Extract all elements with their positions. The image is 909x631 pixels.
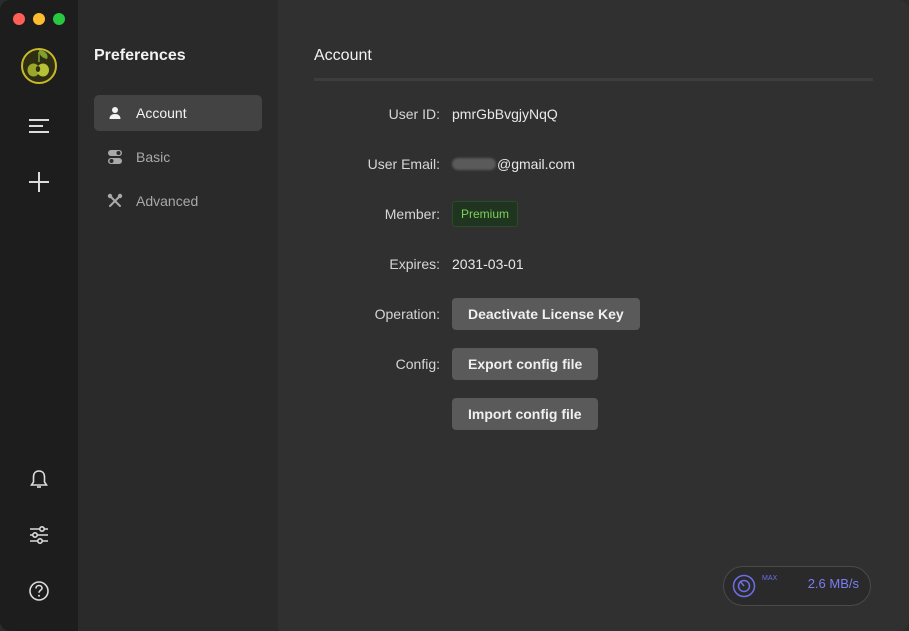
speedometer-icon [732,574,756,598]
page-title: Account [314,47,372,64]
zoom-window-button[interactable] [53,13,65,25]
preferences-sidebar: Preferences Account Basic Advanced [78,0,278,631]
olive-logo-icon [19,44,59,84]
sidebar-item-basic[interactable]: Basic [94,139,262,175]
app-window: Preferences Account Basic Advanced Accou… [0,0,909,631]
sidebar-item-advanced[interactable]: Advanced [94,183,262,219]
minimize-window-button[interactable] [33,13,45,25]
deactivate-license-button[interactable]: Deactivate License Key [452,298,640,330]
import-config-button[interactable]: Import config file [452,398,598,430]
sidebar-item-label: Account [136,105,187,121]
close-window-button[interactable] [13,13,25,25]
preferences-nav: Account Basic Advanced [94,95,262,227]
user-id-label: User ID: [388,106,440,122]
sidebar-title: Preferences [94,47,186,64]
import-row: Import config file [278,398,909,430]
toggle-icon [106,148,124,166]
redacted-email-name [452,158,496,170]
sidebar-item-account[interactable]: Account [94,95,262,131]
wrench-icon [106,192,124,210]
user-email-label: User Email: [367,156,440,172]
user-id-row: User ID: pmrGbBvgjyNqQ [278,98,909,130]
email-domain: @gmail.com [497,156,576,172]
operation-row: Operation: Deactivate License Key [278,298,909,330]
sidebar-item-label: Basic [136,149,171,165]
title-divider [314,78,873,81]
speed-max-label: MAX [762,575,778,582]
person-icon [106,104,124,122]
member-value-wrap: Premium [452,201,519,227]
member-label: Member: [384,206,440,222]
expires-value: 2031-03-01 [452,256,524,272]
speed-value: 2.6 MB/s [807,576,859,591]
config-value-wrap: Export config file [452,348,599,380]
icon-rail [0,0,78,631]
speed-widget[interactable]: MAX 2.6 MB/s [723,566,871,606]
expires-row: Expires: 2031-03-01 [278,248,909,280]
operation-value-wrap: Deactivate License Key [452,298,640,330]
user-email-row: User Email: @gmail.com [278,148,909,180]
import-value-wrap: Import config file [452,398,598,430]
member-row: Member: Premium [278,198,909,230]
sidebar-item-label: Advanced [136,193,199,209]
sliders-icon[interactable] [19,515,59,555]
question-icon[interactable] [19,571,59,611]
user-email-value: @gmail.com [452,156,575,172]
status-badge: Premium [452,201,519,227]
bell-icon[interactable] [19,459,59,499]
user-id-value: pmrGbBvgjyNqQ [452,106,558,122]
window-controls [13,13,65,25]
plus-icon[interactable] [19,162,59,202]
export-config-button[interactable]: Export config file [452,348,599,380]
config-label: Config: [395,356,440,372]
config-row: Config: Export config file [278,348,909,380]
menu-lines-icon[interactable] [19,106,59,146]
expires-label: Expires: [389,256,440,272]
operation-label: Operation: [374,306,440,322]
account-panel: Account User ID: pmrGbBvgjyNqQ User Emai… [278,0,909,631]
